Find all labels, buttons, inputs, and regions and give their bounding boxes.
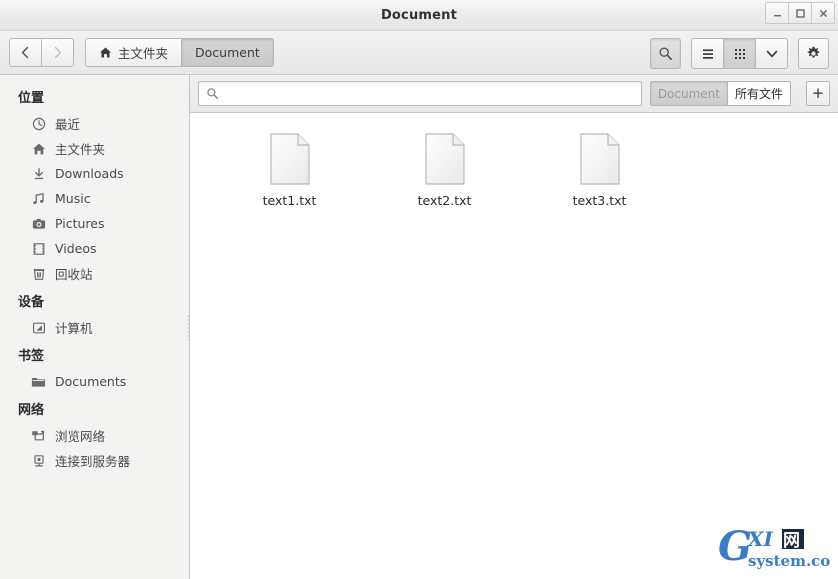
watermark-g: G (718, 526, 752, 570)
sidebar-item-trash[interactable]: 回收站 (0, 261, 189, 286)
main-body: 位置 最近 主文件夹 Downloads Music Pictures Vide… (0, 75, 838, 579)
breadcrumb-item-home[interactable]: 主文件夹 (85, 38, 183, 67)
sidebar-section-bookmarks: 书签 (18, 349, 45, 364)
computer-icon (31, 320, 46, 335)
sidebar-section-places: 位置 (18, 91, 45, 106)
chevron-down-icon (766, 50, 777, 57)
window-controls (765, 2, 835, 24)
clock-icon (31, 116, 46, 131)
text-file-icon (579, 133, 621, 185)
network-icon (31, 428, 46, 443)
file-manager-window: Document 主文件夹 Document 位置 最近 主文件夹 Downlo… (0, 0, 838, 579)
tab-bar: Document 所有文件 (649, 81, 791, 106)
breadcrumb: 主文件夹 Document (85, 38, 274, 67)
list-view-button[interactable] (691, 38, 724, 69)
file-name: text2.txt (417, 193, 472, 208)
sidebar-item-label: 浏览网络 (55, 429, 106, 444)
sidebar-item-connect-to-server[interactable]: 连接到服务器 (0, 448, 189, 473)
sidebar-item-pictures[interactable]: Pictures (0, 211, 189, 236)
sidebar-item-label: 主文件夹 (55, 142, 106, 157)
file-name: text3.txt (572, 193, 627, 208)
file-list-area[interactable]: text1.txt text2.txt text3.txt G XI 网 sys… (190, 113, 838, 579)
search-icon (206, 87, 219, 100)
breadcrumb-item-document[interactable]: Document (181, 38, 274, 67)
content-pane: Document 所有文件 + text1.txt text2.txt text… (190, 75, 838, 579)
file-grid: text1.txt text2.txt text3.txt (212, 127, 838, 208)
settings-button[interactable] (798, 38, 829, 69)
chevron-right-icon (54, 46, 62, 59)
toolbar: 主文件夹 Document (0, 31, 838, 75)
camera-icon (31, 216, 46, 231)
watermark-domain: system.com (748, 552, 830, 570)
minimize-icon (773, 14, 781, 16)
forward-button[interactable] (41, 38, 74, 67)
sidebar-item-label: Pictures (55, 216, 105, 231)
maximize-icon (795, 8, 805, 18)
music-icon (31, 191, 46, 206)
file-item[interactable]: text2.txt (367, 127, 522, 208)
watermark: G XI 网 system.com (718, 523, 838, 574)
window-title: Document (380, 7, 458, 23)
view-mode-group (691, 38, 788, 69)
gear-icon (807, 46, 820, 58)
list-view-icon (702, 48, 713, 59)
breadcrumb-label: 主文件夹 (118, 46, 169, 61)
sidebar-section-devices: 设备 (18, 295, 45, 310)
tab-document[interactable]: Document (649, 81, 728, 106)
search-icon (659, 47, 672, 60)
file-item[interactable]: text3.txt (522, 127, 677, 208)
folder-icon (31, 374, 46, 389)
text-file-icon (424, 133, 466, 185)
view-options-button[interactable] (755, 38, 788, 69)
minimize-button[interactable] (765, 2, 789, 24)
tab-all-files[interactable]: 所有文件 (726, 81, 791, 106)
close-icon (819, 9, 827, 17)
grid-view-icon (734, 48, 745, 59)
sidebar-item-label: 计算机 (55, 321, 93, 336)
search-bar: Document 所有文件 + (190, 75, 838, 113)
sidebar-item-label: Videos (55, 241, 97, 256)
sidebar-item-label: Documents (55, 374, 127, 389)
watermark-xi: XI (746, 527, 774, 551)
watermark-logo: G XI 网 system.com (718, 523, 838, 570)
search-toggle-button[interactable] (650, 38, 681, 69)
sidebar-item-videos[interactable]: Videos (0, 236, 189, 261)
sidebar-item-browse-network[interactable]: 浏览网络 (0, 423, 189, 448)
sidebar-item-recent[interactable]: 最近 (0, 111, 189, 136)
grid-view-button[interactable] (723, 38, 756, 69)
sidebar-item-documents[interactable]: Documents (0, 369, 189, 394)
back-button[interactable] (9, 38, 42, 67)
sidebar-item-label: 连接到服务器 (55, 454, 131, 469)
toolbar-right-group (650, 38, 829, 69)
file-item[interactable]: text1.txt (212, 127, 367, 208)
sidebar-item-computer[interactable]: 计算机 (0, 315, 189, 340)
title-bar: Document (0, 0, 838, 31)
sidebar-item-label: 回收站 (55, 267, 93, 282)
maximize-button[interactable] (788, 2, 812, 24)
trash-icon (31, 266, 46, 281)
search-input[interactable] (225, 86, 634, 101)
chevron-left-icon (21, 46, 29, 59)
sidebar-section-network: 网络 (18, 403, 45, 418)
film-icon (31, 241, 46, 256)
watermark-cjk: 网 (783, 531, 800, 551)
sidebar-item-label: 最近 (55, 117, 81, 132)
server-icon (31, 453, 46, 468)
nav-button-group (9, 38, 74, 67)
sidebar-item-label: Downloads (55, 166, 124, 181)
download-icon (31, 166, 46, 181)
file-name: text1.txt (262, 193, 317, 208)
close-button[interactable] (811, 2, 835, 24)
sidebar-item-home[interactable]: 主文件夹 (0, 136, 189, 161)
breadcrumb-label: Document (195, 45, 260, 60)
sidebar-item-downloads[interactable]: Downloads (0, 161, 189, 186)
text-file-icon (269, 133, 311, 185)
search-field-wrapper[interactable] (198, 81, 642, 106)
home-icon (31, 141, 46, 156)
sidebar-item-music[interactable]: Music (0, 186, 189, 211)
sidebar-item-label: Music (55, 191, 91, 206)
add-tab-button[interactable]: + (806, 81, 830, 106)
sidebar: 位置 最近 主文件夹 Downloads Music Pictures Vide… (0, 75, 190, 579)
home-icon (99, 47, 112, 58)
